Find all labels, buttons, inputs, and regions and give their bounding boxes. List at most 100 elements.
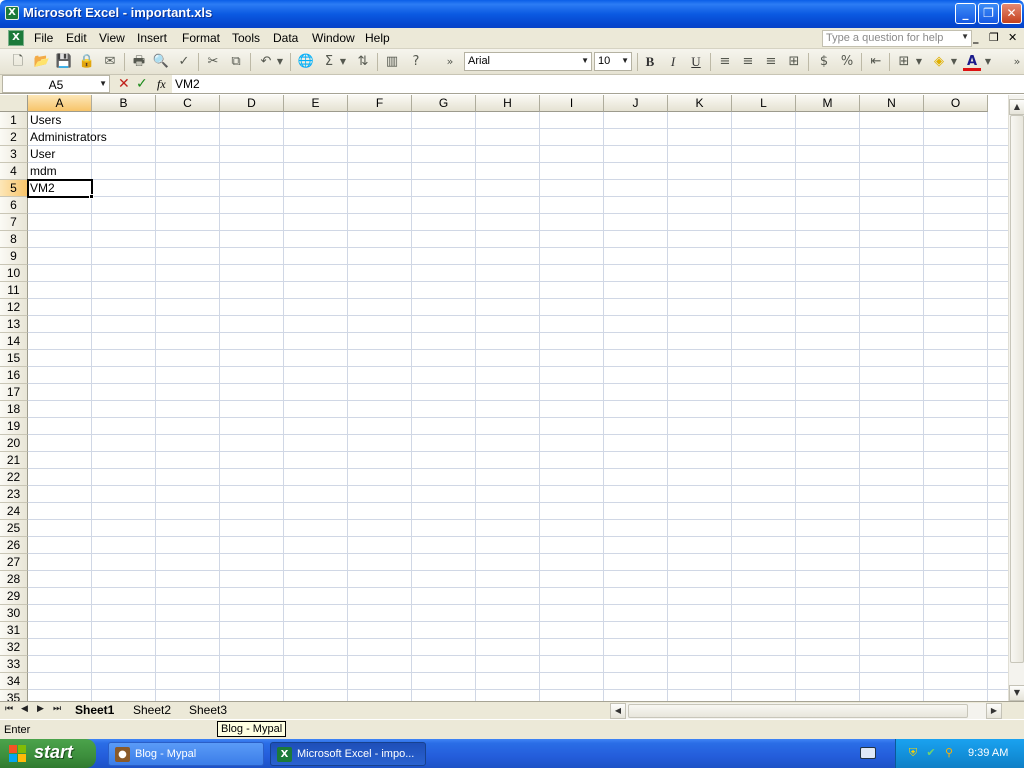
- column-header-b[interactable]: B: [92, 95, 156, 112]
- doc-close-icon[interactable]: ✕: [1008, 31, 1017, 44]
- row-header-29[interactable]: 29: [0, 588, 28, 605]
- underline-button[interactable]: U: [687, 53, 705, 71]
- cell-a4[interactable]: mdm: [30, 163, 57, 179]
- merge-center-icon[interactable]: ⊞: [785, 53, 803, 71]
- cell-a1[interactable]: Users: [30, 112, 61, 128]
- decrease-indent-icon[interactable]: ⇤: [867, 53, 885, 71]
- open-icon[interactable]: 📂: [33, 53, 51, 71]
- row-header-28[interactable]: 28: [0, 571, 28, 588]
- italic-button[interactable]: I: [664, 53, 682, 71]
- row-header-3[interactable]: 3: [0, 146, 28, 163]
- print-preview-icon[interactable]: 🔍: [152, 53, 170, 71]
- workbook-icon[interactable]: X: [8, 30, 24, 46]
- email-icon[interactable]: ✉: [101, 53, 119, 71]
- column-header-a[interactable]: A: [28, 95, 92, 112]
- row-header-27[interactable]: 27: [0, 554, 28, 571]
- hyperlink-icon[interactable]: 🌐: [297, 53, 315, 71]
- cancel-entry-icon[interactable]: ✕: [118, 76, 130, 92]
- font-color-icon[interactable]: A: [963, 53, 981, 71]
- prev-sheet-icon[interactable]: ◀: [21, 704, 28, 714]
- undo-dropdown-icon[interactable]: ▼: [275, 53, 285, 71]
- row-header-1[interactable]: 1: [0, 112, 28, 129]
- security-shield-icon[interactable]: ⛨: [906, 746, 920, 760]
- menu-help[interactable]: Help: [365, 31, 390, 45]
- row-header-34[interactable]: 34: [0, 673, 28, 690]
- align-right-icon[interactable]: ≡: [762, 53, 780, 71]
- row-header-6[interactable]: 6: [0, 197, 28, 214]
- row-header-32[interactable]: 32: [0, 639, 28, 656]
- row-header-5[interactable]: 5: [0, 180, 28, 197]
- row-header-19[interactable]: 19: [0, 418, 28, 435]
- menu-file[interactable]: File: [34, 31, 53, 45]
- scroll-up-icon[interactable]: ▲: [1009, 99, 1024, 115]
- menu-edit[interactable]: Edit: [66, 31, 87, 45]
- borders-dropdown-icon[interactable]: ▼: [914, 53, 924, 71]
- start-button[interactable]: start: [0, 739, 96, 768]
- menu-data[interactable]: Data: [273, 31, 298, 45]
- row-header-35[interactable]: 35: [0, 690, 28, 701]
- undo-icon[interactable]: ↶: [257, 53, 275, 71]
- row-header-31[interactable]: 31: [0, 622, 28, 639]
- excel-app-icon[interactable]: X: [5, 6, 19, 20]
- scroll-right-icon[interactable]: ▶: [986, 703, 1002, 719]
- row-header-22[interactable]: 22: [0, 469, 28, 486]
- cell-a2[interactable]: Administrators: [30, 129, 107, 145]
- search-icon[interactable]: ⚲: [942, 746, 956, 760]
- title-bar[interactable]: X Microsoft Excel - important.xls _ ❐ ✕: [0, 0, 1024, 28]
- row-header-9[interactable]: 9: [0, 248, 28, 265]
- column-header-c[interactable]: C: [156, 95, 220, 112]
- new-icon[interactable]: 🗋: [9, 53, 27, 71]
- save-icon[interactable]: 💾: [55, 53, 73, 71]
- font-name-select[interactable]: Arial ▼: [464, 52, 592, 71]
- row-header-33[interactable]: 33: [0, 656, 28, 673]
- column-header-i[interactable]: I: [540, 95, 604, 112]
- cell-a3[interactable]: User: [30, 146, 55, 162]
- horizontal-scroll-thumb[interactable]: [628, 704, 968, 718]
- row-header-18[interactable]: 18: [0, 401, 28, 418]
- chevron-down-icon[interactable]: ▼: [961, 32, 969, 41]
- fill-color-dropdown-icon[interactable]: ▼: [949, 53, 959, 71]
- column-header-d[interactable]: D: [220, 95, 284, 112]
- scroll-down-icon[interactable]: ▼: [1009, 685, 1024, 701]
- print-icon[interactable]: 🖶: [130, 53, 148, 71]
- column-header-j[interactable]: J: [604, 95, 668, 112]
- fill-color-icon[interactable]: ◈: [930, 53, 948, 71]
- borders-icon[interactable]: ⊞: [895, 53, 913, 71]
- column-header-m[interactable]: M: [796, 95, 860, 112]
- vertical-scrollbar[interactable]: ▲ ▼: [1008, 95, 1024, 701]
- chart-wizard-icon[interactable]: ▥: [383, 53, 401, 71]
- row-header-17[interactable]: 17: [0, 384, 28, 401]
- next-sheet-icon[interactable]: ▶: [37, 704, 44, 714]
- font-color-dropdown-icon[interactable]: ▼: [983, 53, 993, 71]
- tab-sheet2[interactable]: Sheet2: [133, 703, 171, 717]
- column-header-f[interactable]: F: [348, 95, 412, 112]
- first-sheet-icon[interactable]: ⏮: [5, 704, 13, 714]
- permission-icon[interactable]: 🔒: [78, 53, 96, 71]
- row-header-12[interactable]: 12: [0, 299, 28, 316]
- align-center-icon[interactable]: ≡: [739, 53, 757, 71]
- row-header-20[interactable]: 20: [0, 435, 28, 452]
- row-header-16[interactable]: 16: [0, 367, 28, 384]
- name-box[interactable]: A5 ▼: [2, 75, 110, 93]
- help-search-input[interactable]: Type a question for help ▼: [822, 30, 972, 47]
- row-header-11[interactable]: 11: [0, 282, 28, 299]
- restore-button[interactable]: ❐: [978, 3, 999, 24]
- autosum-dropdown-icon[interactable]: ▼: [338, 53, 348, 71]
- row-header-14[interactable]: 14: [0, 333, 28, 350]
- row-header-26[interactable]: 26: [0, 537, 28, 554]
- chevron-down-icon[interactable]: ▼: [621, 56, 629, 65]
- minimize-button[interactable]: _: [955, 3, 976, 24]
- select-all-corner[interactable]: [0, 95, 28, 112]
- align-left-icon[interactable]: ≡: [716, 53, 734, 71]
- tab-sheet3[interactable]: Sheet3: [189, 703, 227, 717]
- formula-input[interactable]: VM2: [172, 75, 1024, 93]
- vertical-scroll-thumb[interactable]: [1010, 115, 1024, 663]
- row-header-2[interactable]: 2: [0, 129, 28, 146]
- keyboard-icon[interactable]: [860, 747, 876, 759]
- row-header-7[interactable]: 7: [0, 214, 28, 231]
- toolbar-options-icon[interactable]: »: [441, 53, 459, 71]
- tab-sheet1[interactable]: Sheet1: [75, 703, 114, 717]
- doc-minimize-icon[interactable]: _: [973, 31, 979, 44]
- insert-function-button[interactable]: fx: [157, 77, 166, 92]
- column-header-o[interactable]: O: [924, 95, 988, 112]
